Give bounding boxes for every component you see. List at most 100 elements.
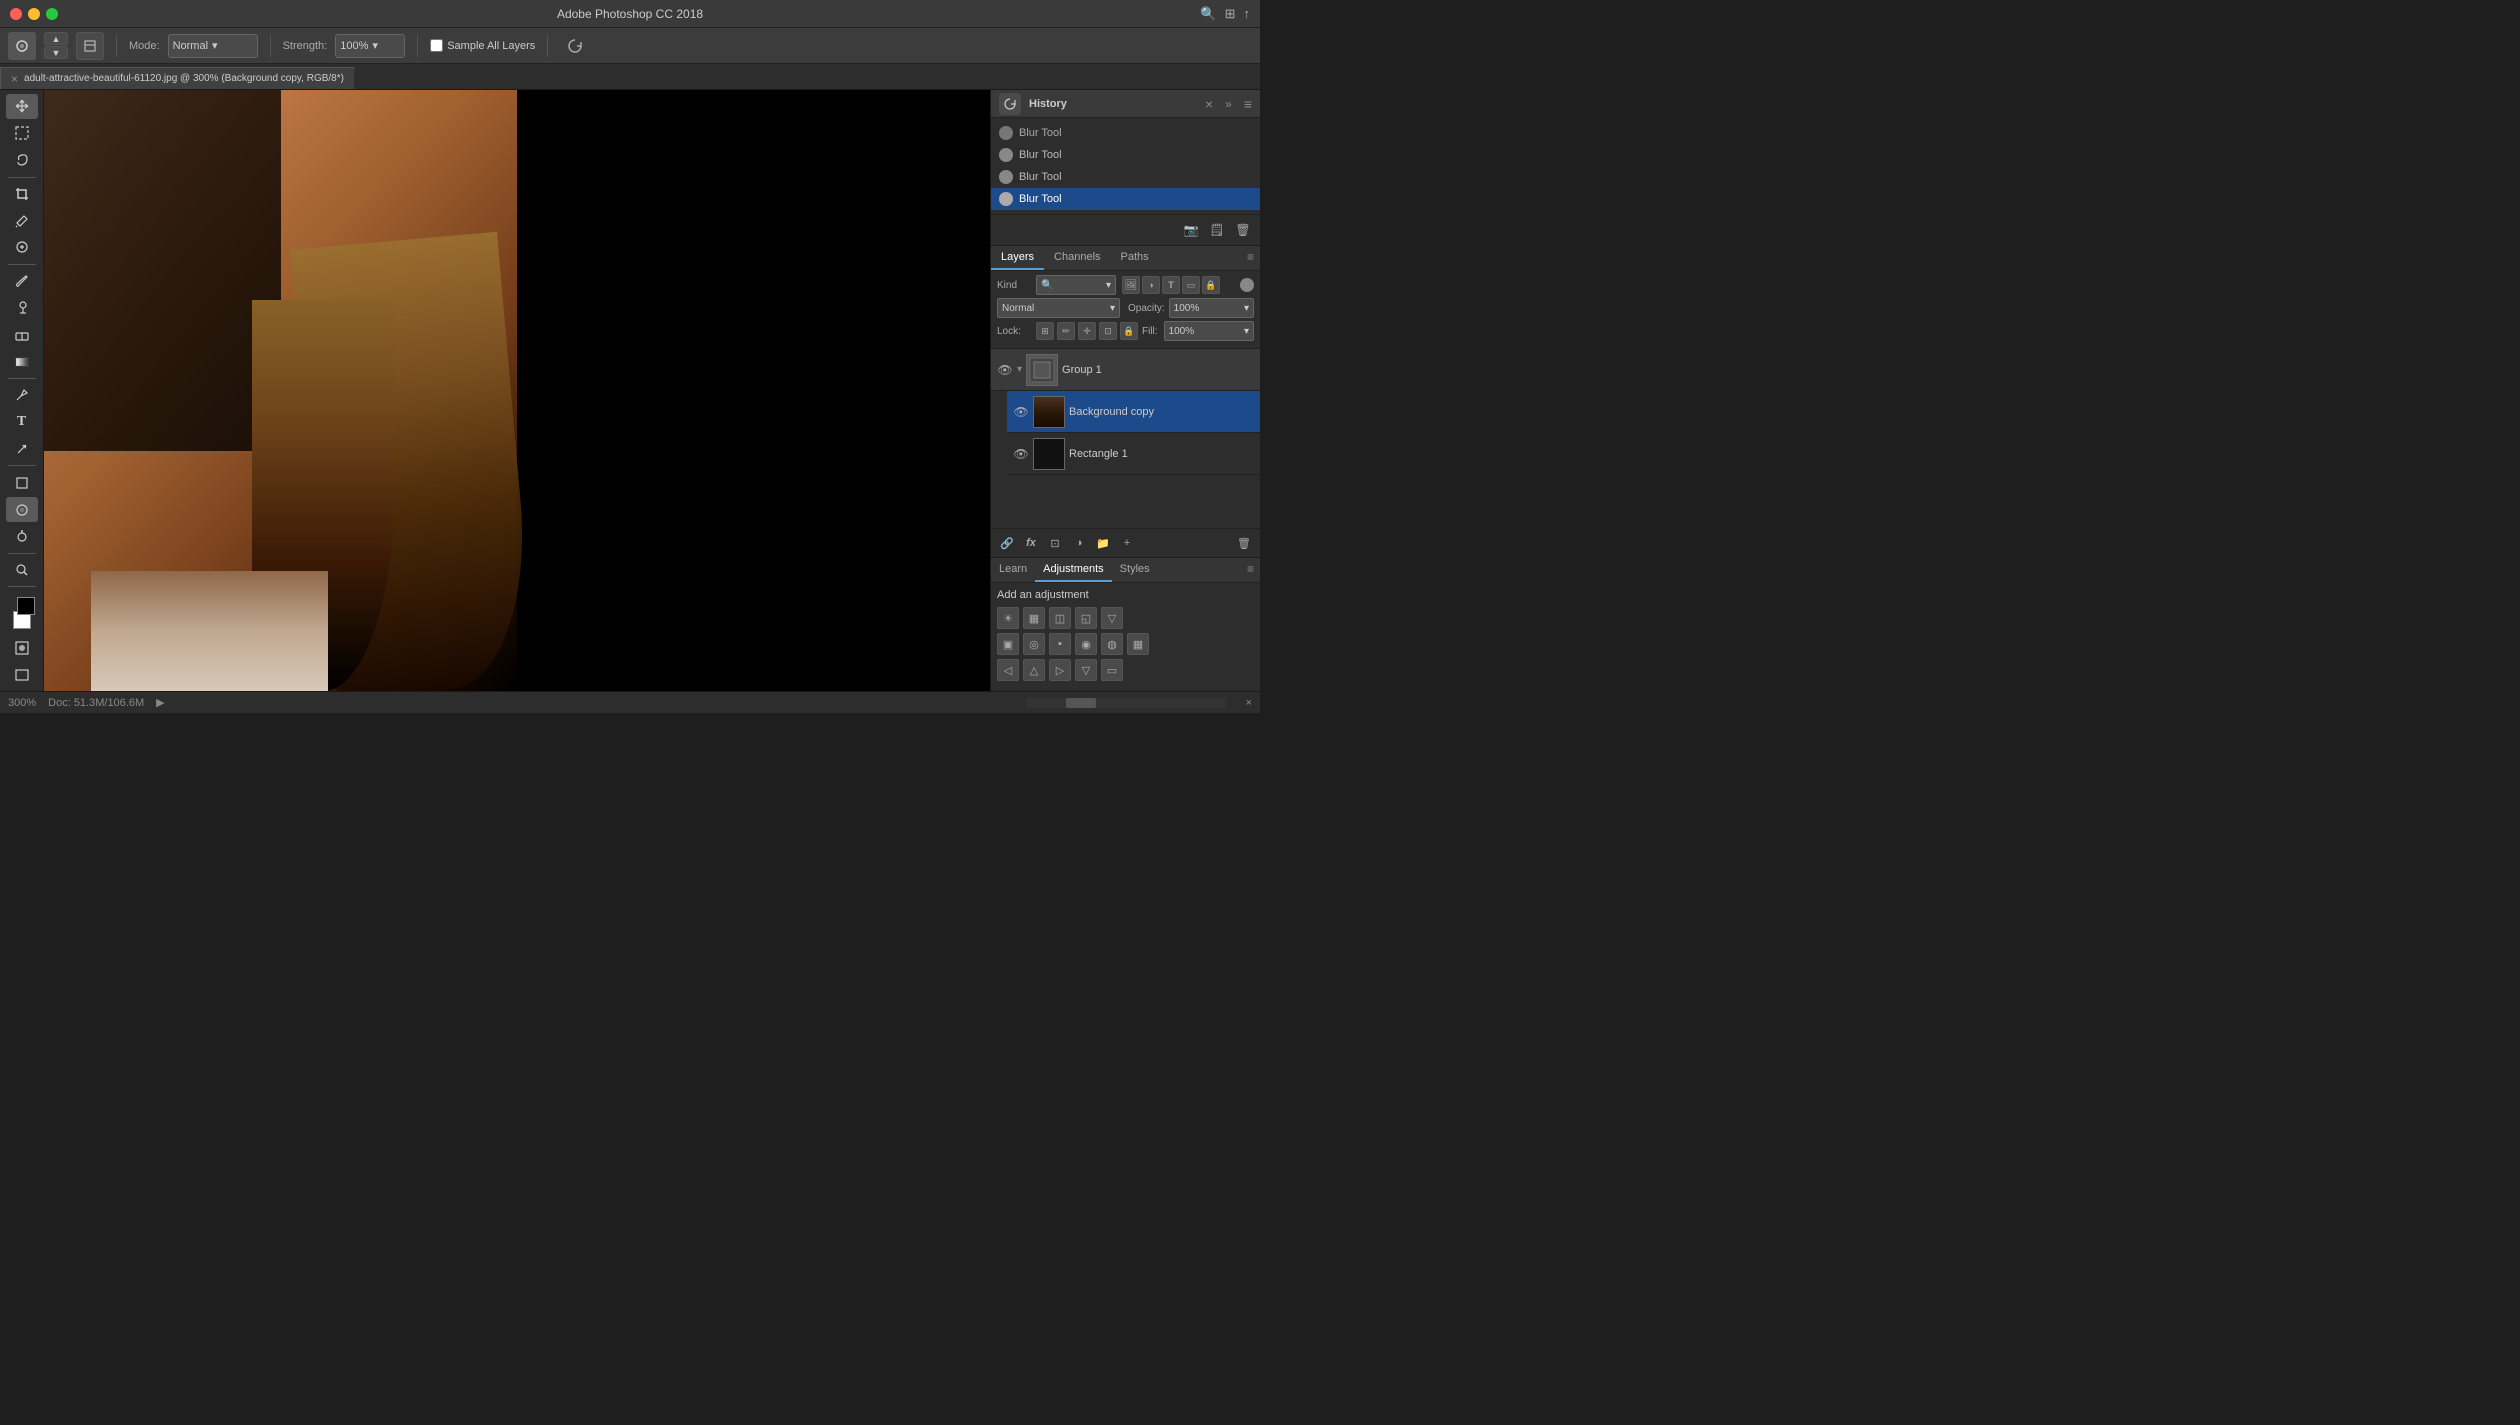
layers-panel-menu[interactable]: ≡ — [1241, 246, 1260, 270]
adj-invert-btn[interactable]: ◁ — [997, 659, 1019, 681]
tab-styles[interactable]: Styles — [1112, 558, 1158, 582]
lock-artboard-btn[interactable]: ⊡ — [1099, 322, 1117, 340]
adj-hsl-btn[interactable]: ▣ — [997, 633, 1019, 655]
fill-dropdown[interactable]: 100% ▾ — [1164, 321, 1254, 341]
eraser-tool-btn[interactable] — [6, 322, 38, 347]
layer-fx-btn[interactable]: fx — [1021, 533, 1041, 553]
history-snapshot-btn[interactable]: 📷 — [1180, 219, 1202, 241]
adj-exposure-btn[interactable]: ◱ — [1075, 607, 1097, 629]
blur-tool-icon[interactable] — [8, 32, 36, 60]
filter-toggle[interactable] — [1240, 278, 1254, 292]
adj-colorlook-btn[interactable]: ▦ — [1127, 633, 1149, 655]
stamp-tool-btn[interactable] — [6, 296, 38, 321]
layer-delete-btn[interactable]: 🗑 — [1234, 533, 1254, 553]
layer-eye-bg-copy[interactable]: 👁 — [1013, 404, 1029, 420]
small-tool-btn[interactable]: ▲ — [44, 32, 68, 45]
adj-bw-btn[interactable]: ▪ — [1049, 633, 1071, 655]
lock-move-btn[interactable]: ✛ — [1078, 322, 1096, 340]
scrollbar-thumb[interactable] — [1066, 698, 1096, 708]
blend-mode-dropdown[interactable]: Normal ▾ — [997, 298, 1120, 318]
layer-expand-arrow[interactable]: ▾ — [1017, 364, 1022, 375]
foreground-color[interactable] — [17, 597, 35, 615]
layer-mask-btn[interactable]: ⊡ — [1045, 533, 1065, 553]
layer-adjust-btn[interactable]: ◑ — [1069, 533, 1089, 553]
sample-all-layers-checkbox[interactable] — [430, 39, 443, 52]
lock-paint-btn[interactable]: ✏ — [1057, 322, 1075, 340]
marquee-tool-btn[interactable] — [6, 121, 38, 146]
layer-item-group1[interactable]: 👁 ▾ Group 1 — [991, 349, 1260, 391]
history-item-active[interactable]: Blur Tool — [991, 188, 1260, 210]
history-item[interactable]: Blur Tool — [991, 166, 1260, 188]
adj-posterize-btn[interactable]: △ — [1023, 659, 1045, 681]
quick-mask-btn[interactable] — [6, 635, 38, 660]
adj-brightness-btn[interactable]: ☀ — [997, 607, 1019, 629]
brush-tool-btn[interactable] — [6, 269, 38, 294]
history-item[interactable]: Blur Tool — [991, 122, 1260, 144]
maximize-button[interactable] — [46, 8, 58, 20]
gradient-tool-btn[interactable] — [6, 349, 38, 374]
lock-all-btn[interactable]: 🔒 — [1120, 322, 1138, 340]
filter-pixel-btn[interactable]: 🖼 — [1122, 276, 1140, 294]
kind-dropdown[interactable]: 🔍 ▾ — [1036, 275, 1116, 295]
filter-smart-btn[interactable]: 🔒 — [1202, 276, 1220, 294]
screen-mode-btn[interactable] — [6, 662, 38, 687]
search-icon[interactable]: 🔍 — [1200, 6, 1216, 22]
scrollbar-h[interactable] — [1026, 698, 1226, 708]
layer-item-rect1[interactable]: 👁 Rectangle 1 — [1007, 433, 1260, 475]
strength-dropdown[interactable]: 100% ▾ — [335, 34, 405, 58]
history-camera-btn[interactable]: 🗒 — [1206, 219, 1228, 241]
tab-learn[interactable]: Learn — [991, 558, 1035, 582]
layer-link-btn[interactable]: 🔗 — [997, 533, 1017, 553]
adj-channelmix-btn[interactable]: ◍ — [1101, 633, 1123, 655]
brush-mode-btn[interactable] — [76, 32, 104, 60]
text-tool-btn[interactable]: T — [6, 410, 38, 435]
adj-gradientmap-btn[interactable]: ▽ — [1075, 659, 1097, 681]
adj-vibrance-btn[interactable]: ▽ — [1101, 607, 1123, 629]
tab-layers[interactable]: Layers — [991, 246, 1044, 270]
arrange-icon[interactable]: ⊞ — [1225, 6, 1236, 22]
adj-threshold-btn[interactable]: ▷ — [1049, 659, 1071, 681]
filter-shape-btn[interactable]: ▭ — [1182, 276, 1200, 294]
cloud-icon[interactable]: ↑ — [1244, 6, 1251, 21]
adj-photofilter-btn[interactable]: ◉ — [1075, 633, 1097, 655]
dodge-tool-btn[interactable] — [6, 524, 38, 549]
lasso-tool-btn[interactable] — [6, 148, 38, 173]
small-tool-btn2[interactable]: ▼ — [44, 46, 68, 59]
shape-tool-btn[interactable] — [6, 470, 38, 495]
filter-text-btn[interactable]: T — [1162, 276, 1180, 294]
minimize-button[interactable] — [28, 8, 40, 20]
history-delete-btn[interactable]: 🗑 — [1232, 219, 1254, 241]
canvas-close[interactable]: × — [1246, 697, 1252, 709]
path-select-btn[interactable] — [6, 437, 38, 462]
crop-tool-btn[interactable] — [6, 181, 38, 206]
eyedropper-tool-btn[interactable] — [6, 208, 38, 233]
tab-channels[interactable]: Channels — [1044, 246, 1110, 270]
filter-adjust-btn[interactable]: ◑ — [1142, 276, 1160, 294]
pen-tool-btn[interactable] — [6, 383, 38, 408]
adj-panel-menu[interactable]: ≡ — [1241, 558, 1260, 582]
move-tool-btn[interactable] — [6, 94, 38, 119]
status-nav-arrow[interactable]: ▶ — [156, 696, 164, 709]
history-item[interactable]: Blur Tool — [991, 144, 1260, 166]
healing-tool-btn[interactable] — [6, 235, 38, 260]
mode-dropdown[interactable]: Normal ▾ — [168, 34, 258, 58]
tab-paths[interactable]: Paths — [1111, 246, 1159, 270]
opacity-dropdown[interactable]: 100% ▾ — [1169, 298, 1254, 318]
adj-curves-btn[interactable]: ◫ — [1049, 607, 1071, 629]
history-panel-close[interactable]: × — [1205, 96, 1213, 112]
layer-new-btn[interactable]: + — [1117, 533, 1137, 553]
doc-tab-close[interactable]: × — [11, 72, 18, 86]
layer-item-bg-copy[interactable]: 👁 Background copy — [1007, 391, 1260, 433]
close-button[interactable] — [10, 8, 22, 20]
tab-adjustments[interactable]: Adjustments — [1035, 558, 1112, 582]
zoom-tool-btn[interactable] — [6, 558, 38, 583]
layer-eye-rect1[interactable]: 👁 — [1013, 446, 1029, 462]
history-panel-menu[interactable]: ≡ — [1244, 96, 1252, 112]
history-panel-expand[interactable]: » — [1225, 97, 1232, 111]
blur-tool-btn[interactable] — [6, 497, 38, 522]
lock-transparent-btn[interactable]: ⊞ — [1036, 322, 1054, 340]
adj-colorbal-btn[interactable]: ◎ — [1023, 633, 1045, 655]
layer-eye-group1[interactable]: 👁 — [997, 362, 1013, 378]
layer-folder-btn[interactable]: 📁 — [1093, 533, 1113, 553]
adj-levels-btn[interactable]: ▦ — [1023, 607, 1045, 629]
